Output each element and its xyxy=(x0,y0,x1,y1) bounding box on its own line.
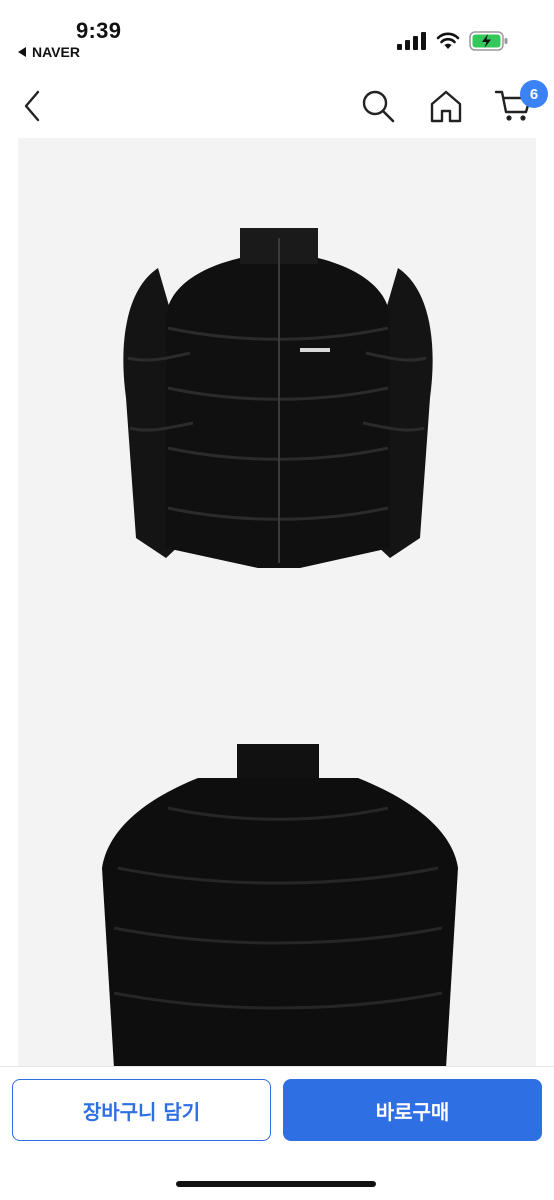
wifi-icon xyxy=(436,32,460,49)
product-image-front xyxy=(123,228,433,568)
back-app-label: NAVER xyxy=(32,44,80,60)
cart-count-badge: 6 xyxy=(520,80,548,108)
product-image-gallery[interactable] xyxy=(18,138,536,1066)
back-to-app-link[interactable]: NAVER xyxy=(18,44,80,60)
product-image-back xyxy=(102,744,458,1066)
signal-icon xyxy=(397,32,426,50)
status-time: 9:39 xyxy=(76,18,122,43)
search-icon[interactable] xyxy=(360,88,396,124)
bottom-action-bar: 장바구니 담기 바로구매 xyxy=(0,1066,554,1200)
status-bar: 9:39 NAVER xyxy=(0,0,554,68)
battery-icon xyxy=(469,31,508,51)
home-icon[interactable] xyxy=(428,88,464,124)
back-icon[interactable] xyxy=(18,86,48,126)
home-indicator[interactable] xyxy=(176,1181,376,1187)
buy-now-button[interactable]: 바로구매 xyxy=(283,1079,542,1141)
top-nav-bar xyxy=(0,68,554,138)
back-triangle-icon xyxy=(18,47,26,57)
add-to-cart-button[interactable]: 장바구니 담기 xyxy=(12,1079,271,1141)
